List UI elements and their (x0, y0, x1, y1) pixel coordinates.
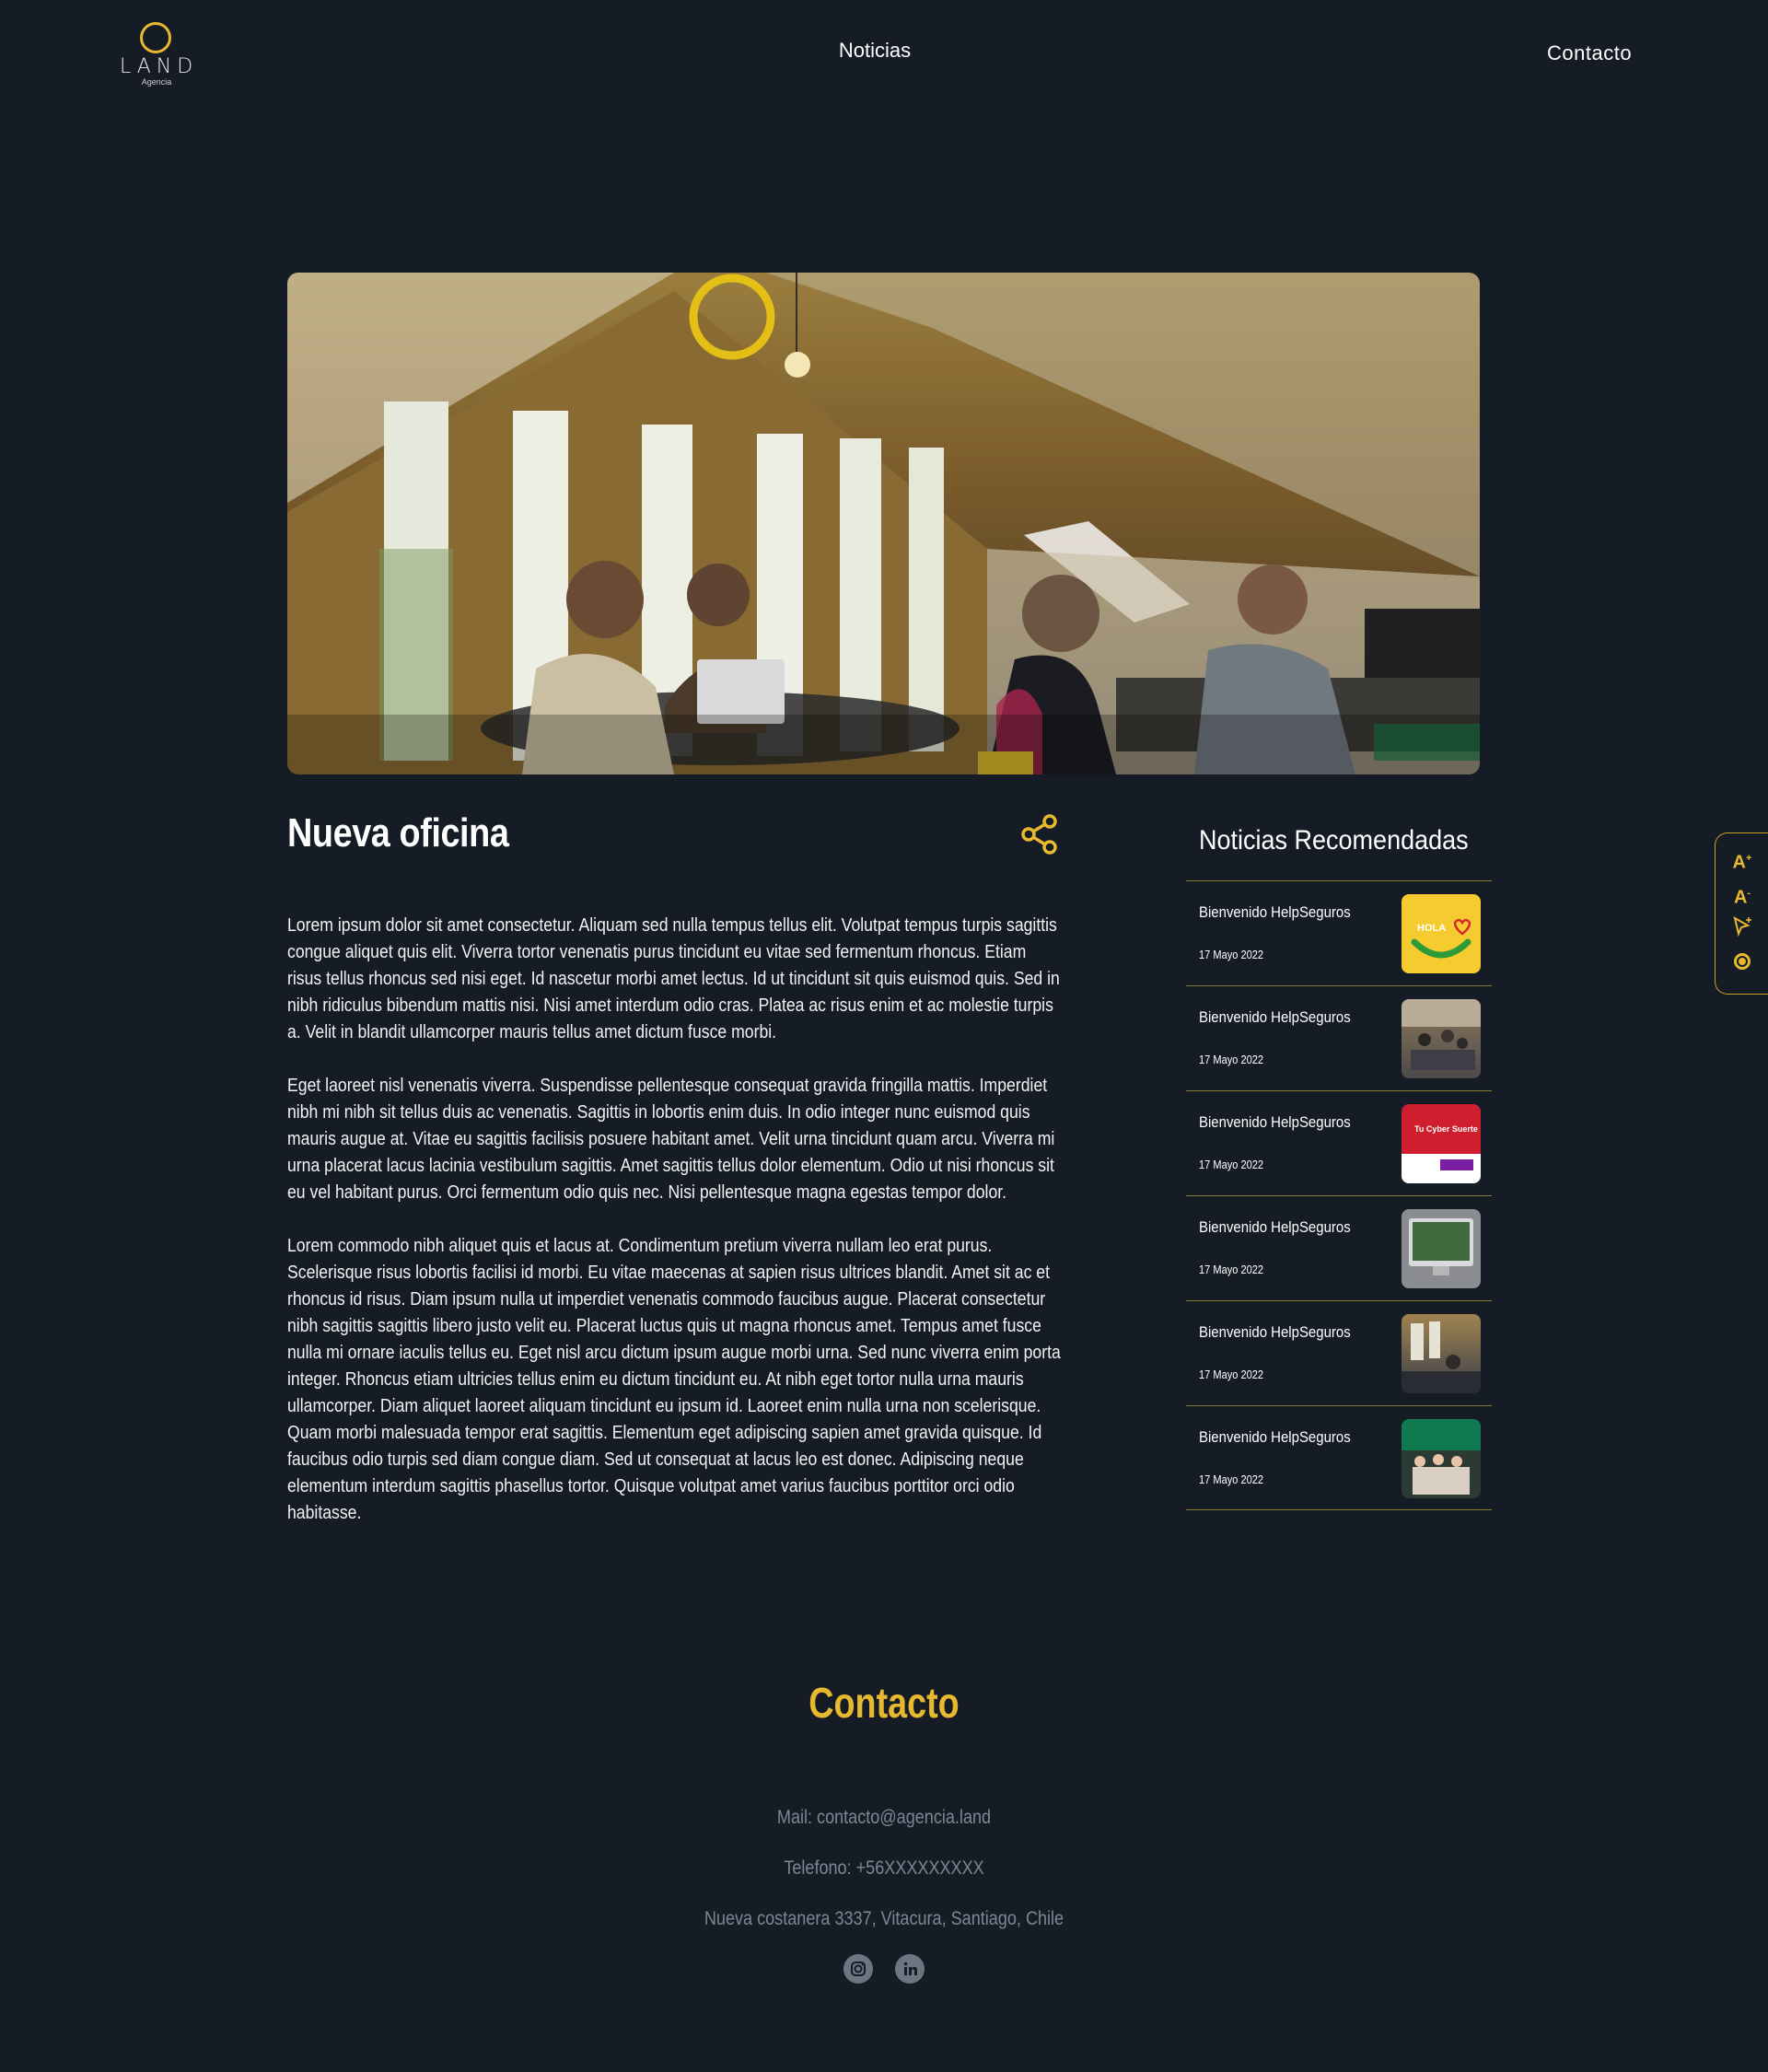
hero-image (287, 273, 1480, 774)
news-item-title: Bienvenido HelpSeguros (1199, 1218, 1351, 1236)
instagram-icon[interactable] (843, 1954, 873, 1984)
news-item-title: Bienvenido HelpSeguros (1199, 1008, 1351, 1026)
sidebar-title: Noticias Recomendadas (1199, 825, 1469, 856)
thumb-hola-label: HOLA (1417, 923, 1446, 934)
logo-word: LAND (120, 55, 199, 78)
contact-address: Nueva costanera 3337, Vitacura, Santiago… (704, 1908, 1064, 1929)
thumb-cyber-label: Tu Cyber Suerte (1414, 1124, 1478, 1134)
news-item-date: 17 Mayo 2022 (1199, 1053, 1264, 1066)
share-icon[interactable] (1020, 814, 1059, 855)
news-thumbnail (1402, 1209, 1481, 1288)
news-item[interactable]: Bienvenido HelpSeguros 17 Mayo 2022 (1186, 1195, 1492, 1300)
news-item-title: Bienvenido HelpSeguros (1199, 1323, 1351, 1341)
nav-noticias[interactable]: Noticias (829, 39, 921, 63)
contact-title: Contacto (808, 1679, 960, 1727)
news-item[interactable]: Bienvenido HelpSeguros 17 Mayo 2022 (1186, 1300, 1492, 1405)
news-thumbnail (1402, 1314, 1481, 1393)
contrast-icon[interactable] (1728, 949, 1756, 977)
linkedin-icon[interactable] (895, 1954, 925, 1984)
office-photo (287, 273, 1480, 774)
recommended-news-list: Bienvenido HelpSeguros 17 Mayo 2022 HOLA… (1186, 880, 1492, 1510)
article-title: Nueva oficina (287, 810, 509, 856)
news-item[interactable]: Bienvenido HelpSeguros 17 Mayo 2022 (1186, 985, 1492, 1090)
news-thumbnail: Tu Cyber Suerte (1402, 1104, 1481, 1183)
contact-phone[interactable]: Telefono: +56XXXXXXXXX (123, 1857, 1644, 1880)
news-item-date: 17 Mayo 2022 (1199, 1263, 1264, 1276)
news-item-date: 17 Mayo 2022 (1199, 1473, 1264, 1486)
site-header: LAND Agencia Noticias Contacto (0, 0, 1768, 111)
article-paragraph: Lorem ipsum dolor sit amet consectetur. … (287, 914, 1060, 1042)
news-item[interactable]: Bienvenido HelpSeguros 17 Mayo 2022 HOLA (1186, 880, 1492, 985)
article-body: Lorem ipsum dolor sit amet consectetur. … (287, 912, 1061, 1553)
article-paragraph: Lorem commodo nibh aliquet quis et lacus… (287, 1235, 1061, 1523)
news-item-date: 17 Mayo 2022 (1199, 1368, 1264, 1381)
logo-subtitle: Agencia (141, 77, 172, 87)
accessibility-panel: A+ A- (1715, 832, 1768, 995)
news-item-date: 17 Mayo 2022 (1199, 948, 1264, 961)
font-decrease-icon[interactable]: A- (1728, 879, 1756, 908)
news-thumbnail (1402, 999, 1481, 1078)
cursor-icon[interactable] (1728, 914, 1756, 942)
news-item-title: Bienvenido HelpSeguros (1199, 1113, 1351, 1131)
nav-contacto[interactable]: Contacto (1547, 41, 1632, 65)
news-item-title: Bienvenido HelpSeguros (1199, 903, 1351, 921)
news-item-date: 17 Mayo 2022 (1199, 1158, 1264, 1171)
logo[interactable]: LAND Agencia (120, 20, 193, 90)
news-item-title: Bienvenido HelpSeguros (1199, 1428, 1351, 1446)
news-thumbnail: HOLA (1402, 894, 1481, 973)
contact-mail[interactable]: Mail: contacto@agencia.land (123, 1807, 1644, 1829)
font-increase-icon[interactable]: A+ (1728, 844, 1756, 873)
article-paragraph: Eget laoreet nisl venenatis viverra. Sus… (287, 1075, 1055, 1203)
news-thumbnail (1402, 1419, 1481, 1498)
news-item[interactable]: Bienvenido HelpSeguros 17 Mayo 2022 Tu C… (1186, 1090, 1492, 1195)
logo-ring-icon (140, 22, 171, 53)
news-item[interactable]: Bienvenido HelpSeguros 17 Mayo 2022 (1186, 1405, 1492, 1510)
